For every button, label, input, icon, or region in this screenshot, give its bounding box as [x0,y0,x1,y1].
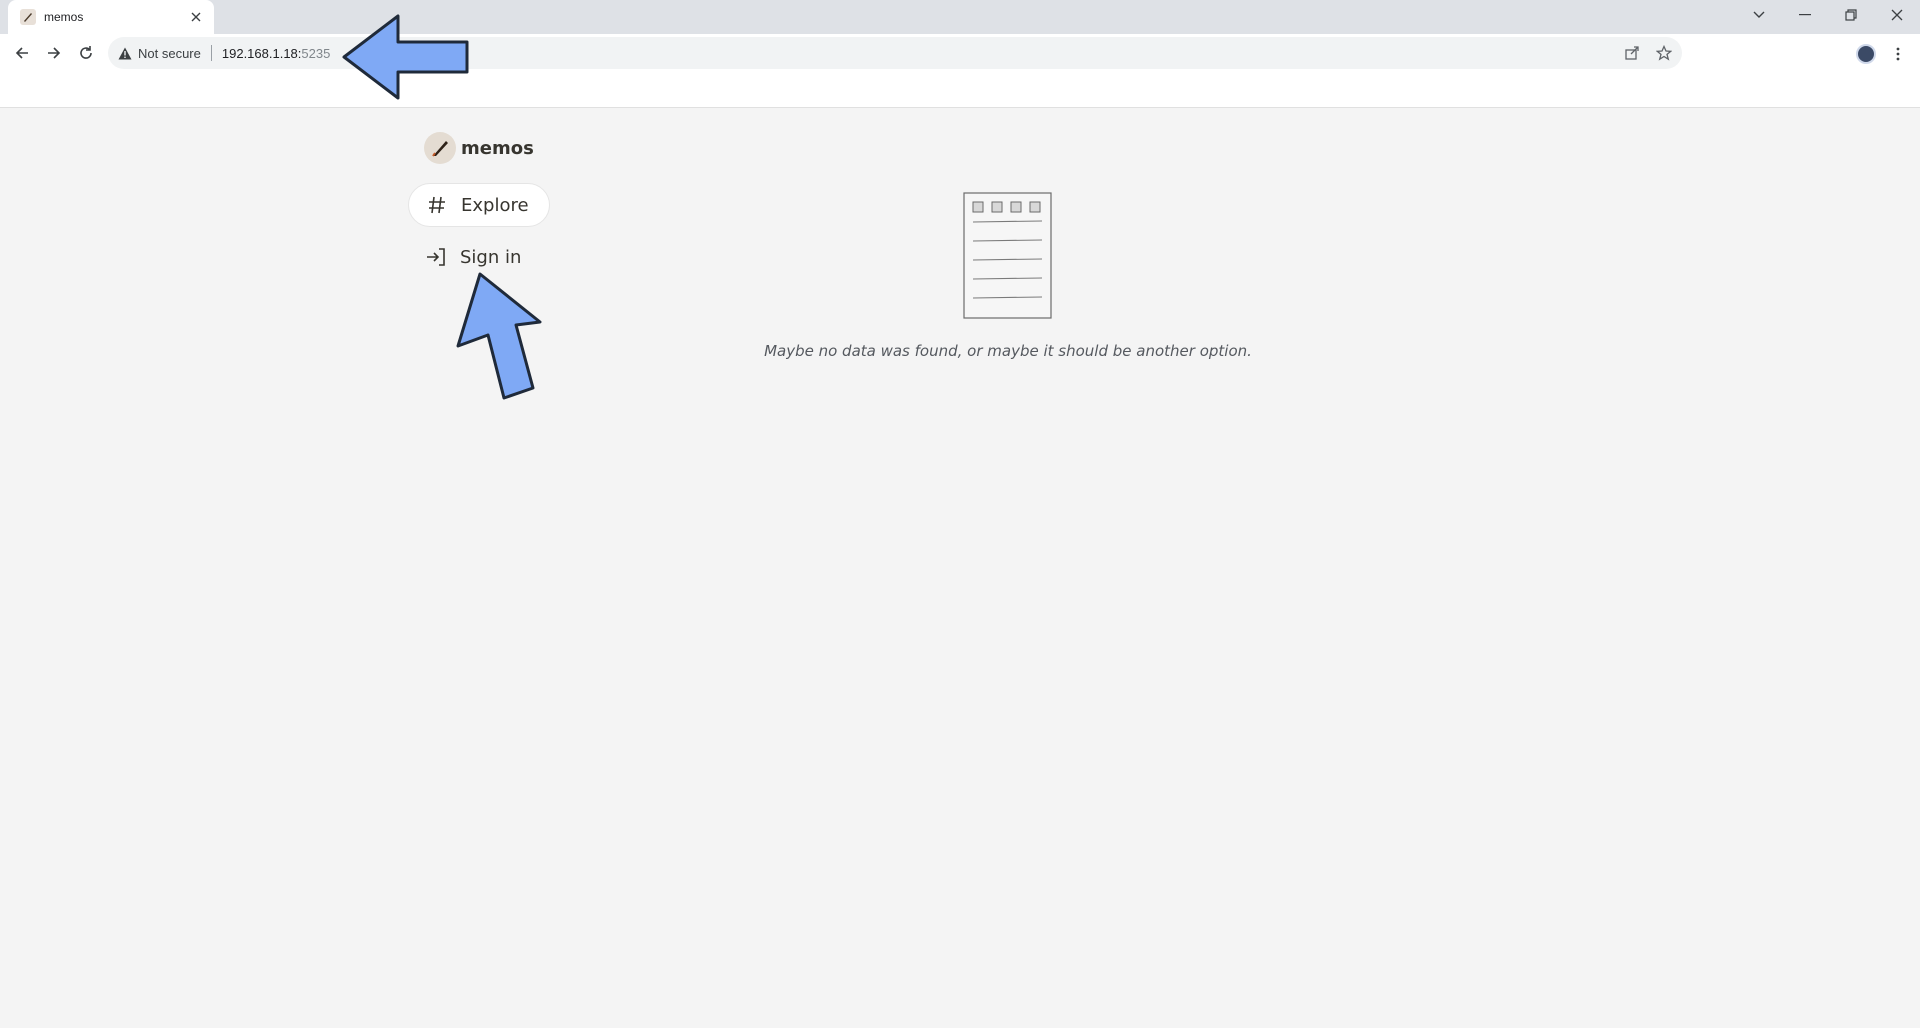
minimize-icon[interactable] [1782,0,1828,30]
profile-avatar[interactable] [1856,44,1876,64]
browser-tab-strip: memos [0,0,1920,34]
restore-icon[interactable] [1828,0,1874,30]
warning-icon[interactable] [118,47,132,60]
empty-state: Maybe no data was found, or maybe it sho… [760,192,1256,360]
brand-name: memos [461,137,534,159]
memos-logo-icon [424,132,456,164]
browser-toolbar: Not secure 192.168.1.18: 5235 [0,34,1920,72]
empty-message: Maybe no data was found, or maybe it sho… [764,342,1252,360]
url-port[interactable]: 5235 [301,46,330,61]
sidebar-item-label: Explore [461,194,529,216]
close-window-icon[interactable] [1874,0,1920,30]
divider [210,45,212,61]
url-host[interactable]: 192.168.1.18: [222,46,302,61]
memos-page: memos Explore Sign in Maybe no data was … [0,108,1920,1028]
tab-title: memos [44,10,84,24]
annotation-arrow-left-icon [342,14,469,100]
memos-favicon-icon [20,9,36,25]
forward-icon[interactable] [40,39,68,67]
close-tab-icon[interactable] [188,9,204,25]
brand[interactable]: memos [424,132,534,164]
security-label[interactable]: Not secure [138,46,201,61]
hash-icon [425,193,449,217]
annotation-arrow-up-icon [456,272,542,400]
empty-document-icon [963,192,1052,319]
back-icon[interactable] [8,39,36,67]
sidebar-item-explore[interactable]: Explore [408,183,550,227]
tab-search-icon[interactable] [1736,0,1782,30]
more-menu-icon[interactable] [1890,44,1906,64]
bookmark-star-icon[interactable] [1654,43,1674,63]
reload-icon[interactable] [72,39,100,67]
share-icon[interactable] [1622,43,1642,63]
sign-in-icon [424,245,448,269]
browser-tab[interactable]: memos [8,0,214,34]
sidebar-item-label: Sign in [460,246,522,268]
bookmark-bar [0,72,1920,108]
